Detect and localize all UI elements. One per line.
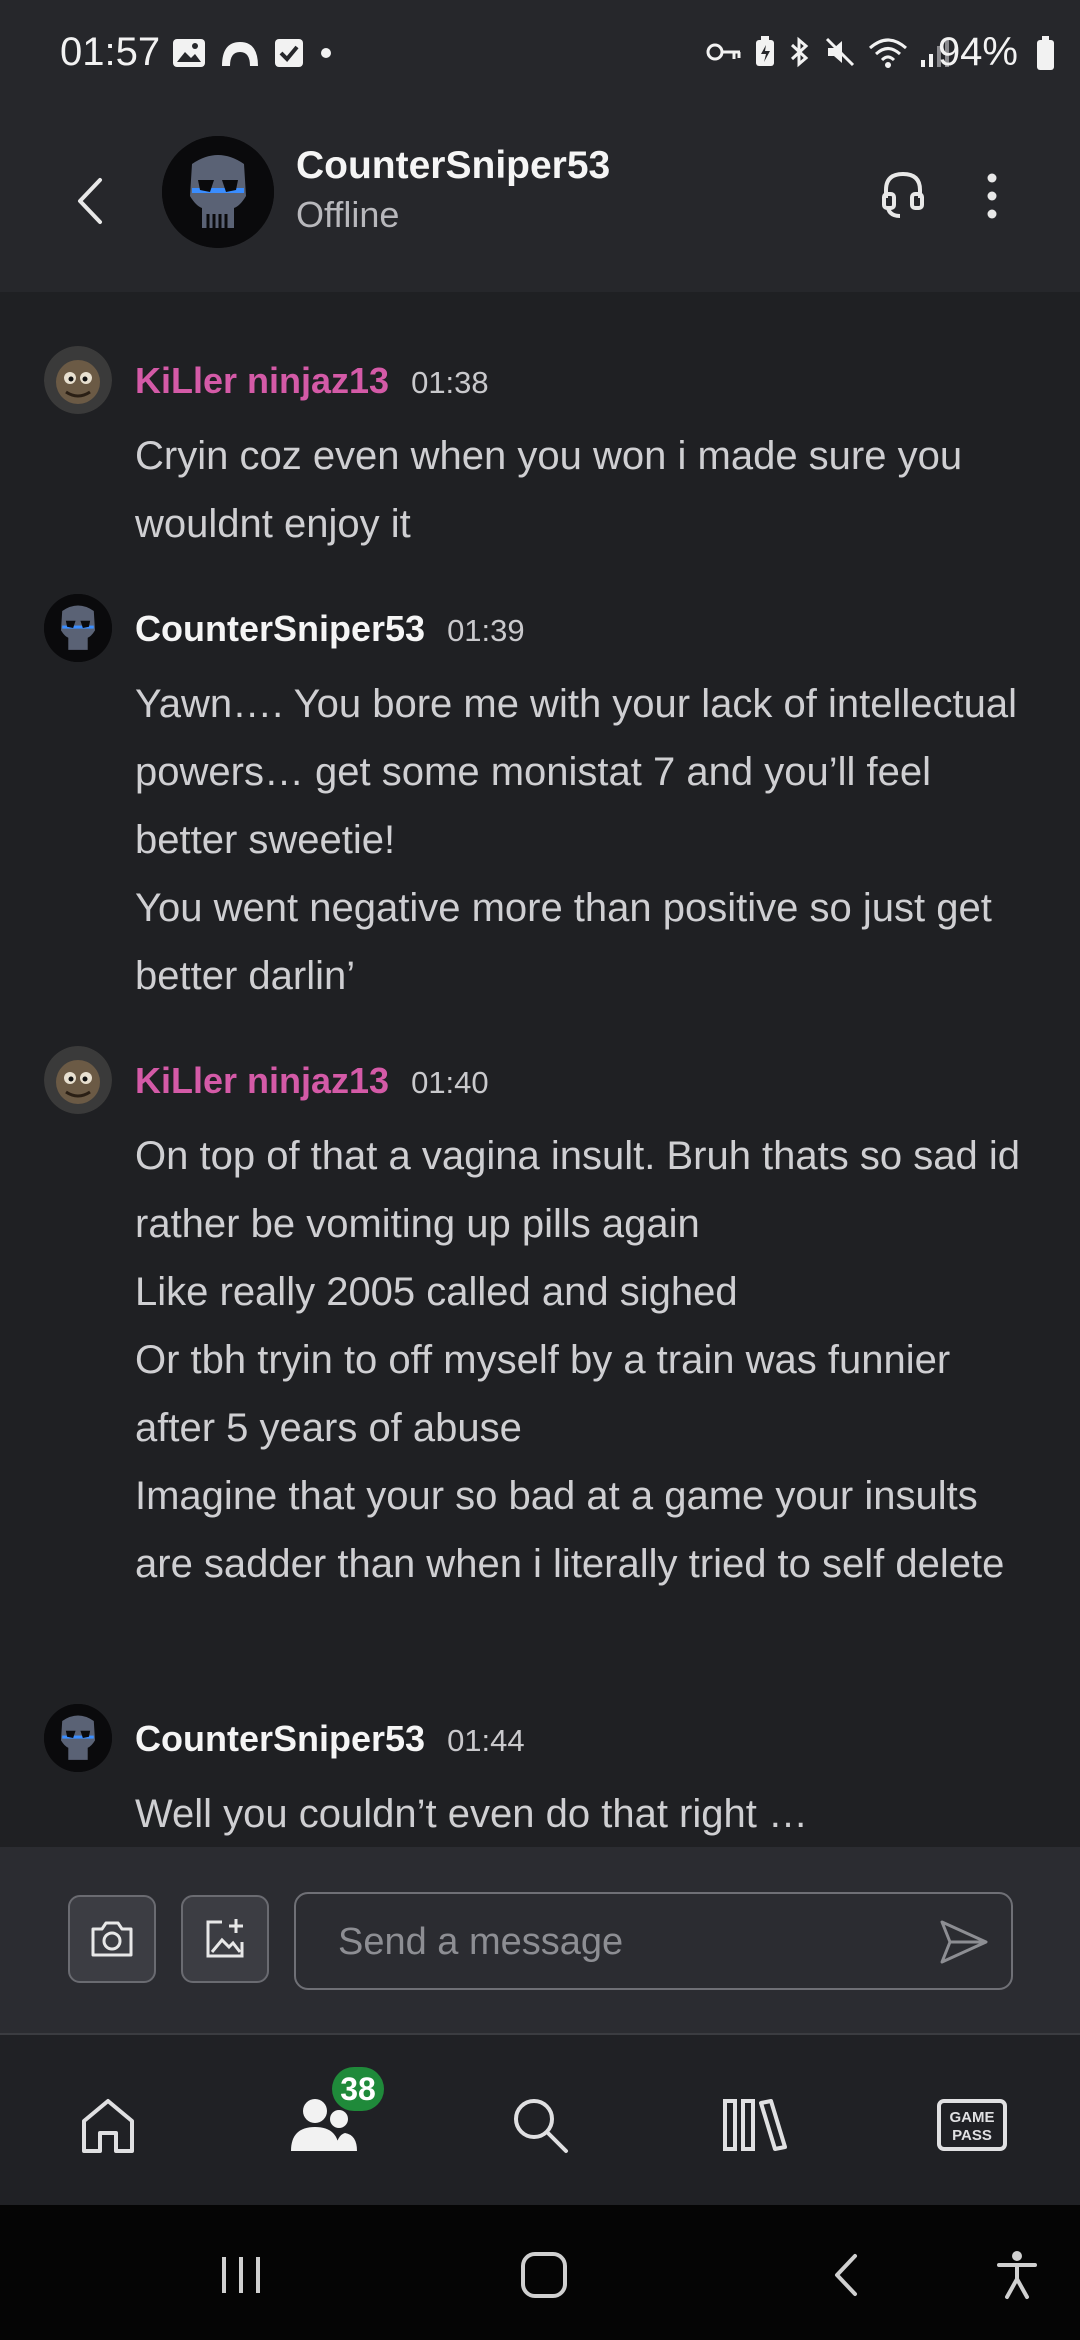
nav-library[interactable] — [716, 2085, 796, 2165]
chevron-left-icon — [78, 178, 102, 224]
punisher-skull-icon — [44, 594, 112, 662]
battery-percent: 94% — [937, 30, 1018, 74]
contact-avatar[interactable] — [162, 136, 274, 248]
chat-header: CounterSniper53 Offline — [0, 110, 1080, 292]
nav-search[interactable] — [500, 2085, 580, 2165]
message-time: 01:44 — [447, 1723, 525, 1758]
dot-icon — [321, 48, 331, 58]
more-options-button[interactable] — [972, 168, 1012, 224]
game-pass-icon: GAME PASS — [937, 2099, 1007, 2151]
home-square-icon — [521, 2252, 567, 2298]
message-line: Cryin coz even when you won i made sure … — [135, 434, 963, 546]
punisher-skull-icon — [44, 1704, 112, 1772]
home-icon — [82, 2099, 134, 2153]
message-line: Yawn…. You bore me with your lack of int… — [135, 682, 1017, 862]
mute-icon — [825, 37, 855, 67]
voice-call-button[interactable] — [876, 166, 930, 222]
message-time: 01:38 — [411, 365, 489, 400]
cloud-icon — [222, 42, 258, 66]
message-text: On top of that a vagina insult. Bruh tha… — [135, 1122, 1035, 1598]
message-time: 01:39 — [447, 613, 525, 648]
message-input-box[interactable] — [294, 1892, 1013, 1990]
status-right-icons — [706, 36, 950, 68]
recent-apps-icon — [222, 2257, 260, 2293]
nav-home[interactable] — [68, 2085, 148, 2165]
system-navigation — [0, 2205, 1080, 2340]
message-author[interactable]: CounterSniper53 — [135, 1718, 425, 1760]
message-composer — [0, 1847, 1080, 2035]
nav-game-pass[interactable]: GAME PASS — [932, 2085, 1012, 2165]
author-avatar[interactable] — [44, 594, 112, 662]
message-author[interactable]: CounterSniper53 — [135, 608, 425, 650]
bluetooth-icon — [790, 36, 809, 68]
message-header: KiLler ninjaz13 01:38 — [135, 360, 489, 402]
recent-apps-button[interactable] — [206, 2245, 276, 2305]
status-left-icons — [172, 38, 334, 68]
gallery-icon — [173, 39, 205, 67]
message-text: Cryin coz even when you won i made sure … — [135, 422, 1035, 558]
accessibility-button[interactable] — [982, 2245, 1052, 2305]
checkbox-icon — [275, 39, 303, 67]
camera-button[interactable] — [68, 1895, 156, 1983]
cartoon-face-icon — [44, 346, 112, 414]
accessibility-icon — [997, 2251, 1037, 2299]
message-text: Well you couldn’t even do that right … — [135, 1780, 1035, 1848]
message-header: CounterSniper53 01:39 — [135, 608, 525, 650]
punisher-skull-icon — [162, 136, 274, 248]
cartoon-face-icon — [44, 1046, 112, 1114]
game-pass-label-bottom: PASS — [952, 2127, 992, 2144]
battery-icon — [1037, 36, 1054, 70]
library-icon — [723, 2099, 787, 2151]
headset-icon — [882, 171, 924, 218]
status-bar: 01:57 94% — [0, 0, 1080, 110]
author-avatar[interactable] — [44, 1046, 112, 1114]
message-list[interactable]: KiLler ninjaz13 01:38 Cryin coz even whe… — [0, 292, 1080, 1847]
message-line: Or tbh tryin to off myself by a train wa… — [135, 1338, 951, 1450]
camera-icon — [91, 1921, 133, 1957]
add-image-button[interactable] — [181, 1895, 269, 1983]
wifi-icon — [869, 38, 907, 68]
status-time: 01:57 — [60, 30, 161, 74]
contact-name: CounterSniper53 — [296, 144, 611, 187]
back-chevron-icon — [835, 2254, 857, 2296]
more-vertical-icon — [987, 173, 997, 219]
message-line: Imagine that your so bad at a game your … — [135, 1474, 1005, 1586]
message-text: Yawn…. You bore me with your lack of int… — [135, 670, 1035, 1010]
bottom-navigation: 38 GAME PASS — [0, 2035, 1080, 2205]
key-icon — [706, 43, 741, 61]
author-avatar[interactable] — [44, 346, 112, 414]
message-line: Like really 2005 called and sighed — [135, 1270, 738, 1314]
contact-status: Offline — [296, 194, 400, 235]
message-author[interactable]: KiLler ninjaz13 — [135, 360, 389, 402]
friends-badge: 38 — [332, 2067, 384, 2111]
game-pass-label-top: GAME — [950, 2109, 995, 2126]
message-line: On top of that a vagina insult. Bruh tha… — [135, 1134, 1020, 1246]
back-system-button[interactable] — [812, 2245, 882, 2305]
battery-saver-icon — [756, 36, 774, 66]
back-button[interactable] — [64, 166, 120, 236]
home-system-button[interactable] — [509, 2245, 579, 2305]
message-line: Well you couldn’t even do that right … — [135, 1792, 808, 1836]
add-image-icon — [206, 1919, 244, 1958]
message-line: You went negative more than positive so … — [135, 886, 992, 998]
message-header: KiLler ninjaz13 01:40 — [135, 1060, 489, 1102]
message-input[interactable] — [336, 1916, 900, 1968]
search-icon — [514, 2099, 568, 2153]
send-icon — [940, 1920, 988, 1964]
author-avatar[interactable] — [44, 1704, 112, 1772]
message-header: CounterSniper53 01:44 — [135, 1718, 525, 1760]
message-author[interactable]: KiLler ninjaz13 — [135, 1060, 389, 1102]
send-button[interactable] — [936, 1916, 992, 1968]
message-time: 01:40 — [411, 1065, 489, 1100]
